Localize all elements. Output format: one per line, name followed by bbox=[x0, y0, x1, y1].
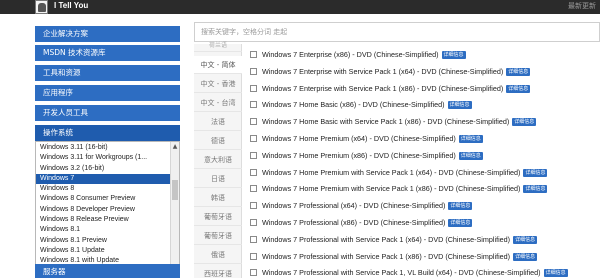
download-item: Windows 7 Professional with Service Pack… bbox=[250, 251, 600, 263]
language-tabs: 荷兰语 中文 - 简体 中文 - 香港 中文 - 台湾 法语 德语 意大利语 日… bbox=[194, 42, 242, 278]
download-checkbox[interactable] bbox=[250, 101, 257, 109]
os-list-item[interactable]: Windows 8 Release Preview bbox=[36, 215, 171, 225]
download-item: Windows 7 Enterprise with Service Pack 1… bbox=[250, 83, 600, 95]
lang-tab-spanish[interactable]: 西班牙语 bbox=[194, 265, 242, 278]
details-button[interactable]: 详细信息 bbox=[512, 118, 537, 127]
os-list-item[interactable]: Windows 8.1 Update bbox=[36, 246, 171, 256]
download-checkbox[interactable] bbox=[250, 235, 257, 243]
os-list-item[interactable]: Windows 8.1 bbox=[36, 225, 171, 235]
download-item: Windows 7 Home Premium with Service Pack… bbox=[250, 167, 600, 179]
sidebar-item-applications[interactable]: 应用程序 bbox=[35, 85, 180, 101]
download-title: Windows 7 Enterprise with Service Pack 1… bbox=[262, 83, 504, 93]
details-button[interactable]: 详细信息 bbox=[513, 235, 538, 244]
lang-tab-portuguese-2[interactable]: 葡萄牙语 bbox=[194, 227, 242, 245]
scroll-thumb[interactable] bbox=[172, 180, 178, 200]
details-button[interactable]: 详细信息 bbox=[523, 185, 548, 194]
download-checkbox[interactable] bbox=[250, 135, 257, 142]
os-list-item[interactable]: Windows 8 Consumer Preview bbox=[36, 194, 171, 204]
download-item: Windows 7 Enterprise (x86) - DVD (Chines… bbox=[250, 49, 600, 61]
download-checkbox[interactable] bbox=[250, 84, 257, 92]
scroll-up-arrow-icon[interactable]: ▲ bbox=[171, 142, 179, 151]
download-item: Windows 7 Home Basic with Service Pack 1… bbox=[250, 116, 600, 128]
lang-tab-japanese[interactable]: 日语 bbox=[194, 170, 242, 188]
os-list: Windows 3.11 (16-bit) Windows 3.11 for W… bbox=[36, 143, 171, 267]
details-button[interactable]: 详细信息 bbox=[447, 101, 472, 110]
download-checkbox[interactable] bbox=[250, 185, 257, 193]
os-list-item[interactable]: Windows 8.1 Preview bbox=[36, 236, 171, 246]
download-item: Windows 7 Home Premium (x64) - DVD (Chin… bbox=[250, 133, 600, 145]
brand-name[interactable]: I Tell You bbox=[54, 1, 88, 10]
download-item: Windows 7 Professional (x64) - DVD (Chin… bbox=[250, 200, 600, 212]
os-list-item[interactable]: Windows 3.11 for Workgroups (1... bbox=[36, 153, 171, 163]
download-item: Windows 7 Home Premium (x86) - DVD (Chin… bbox=[250, 150, 600, 162]
download-checkbox[interactable] bbox=[250, 67, 257, 75]
download-checkbox[interactable] bbox=[250, 151, 257, 159]
download-title: Windows 7 Home Premium (x64) - DVD (Chin… bbox=[262, 134, 456, 143]
lang-tab-italian[interactable]: 意大利语 bbox=[194, 151, 242, 169]
download-title: Windows 7 Home Basic with Service Pack 1… bbox=[262, 117, 510, 127]
download-title: Windows 7 Enterprise (x86) - DVD (Chines… bbox=[262, 50, 439, 59]
lang-tab-german[interactable]: 德语 bbox=[194, 132, 242, 150]
download-checkbox[interactable] bbox=[250, 219, 257, 226]
download-checkbox[interactable] bbox=[250, 202, 257, 210]
site-logo[interactable] bbox=[35, 0, 48, 14]
os-list-item[interactable]: Windows 8 Developer Preview bbox=[36, 205, 171, 215]
lang-tab-russian[interactable]: 俄语 bbox=[194, 246, 242, 264]
details-button[interactable]: 详细信息 bbox=[543, 269, 568, 278]
download-title: Windows 7 Home Premium with Service Pack… bbox=[262, 167, 521, 177]
os-list-item[interactable]: Windows 3.2 (16-bit) bbox=[36, 164, 171, 174]
details-button[interactable]: 详细信息 bbox=[448, 202, 473, 211]
details-button[interactable]: 详细信息 bbox=[458, 151, 483, 160]
sidebar-item-servers[interactable]: 服务器 bbox=[35, 264, 180, 278]
download-checkbox[interactable] bbox=[250, 269, 257, 277]
details-button[interactable]: 详细信息 bbox=[523, 168, 548, 177]
download-item: Windows 7 Professional with Service Pack… bbox=[250, 267, 600, 278]
download-item: Windows 7 Professional (x86) - DVD (Chin… bbox=[250, 217, 600, 229]
download-item: Windows 7 Professional with Service Pack… bbox=[250, 234, 600, 246]
sidebar-item-msdn-library[interactable]: MSDN 技术资源库 bbox=[35, 45, 180, 61]
download-checkbox[interactable] bbox=[250, 252, 257, 260]
top-bar: I Tell You 最新更新 bbox=[0, 0, 600, 14]
download-checkbox[interactable] bbox=[250, 118, 257, 126]
sidebar-item-os[interactable]: 操作系统 bbox=[35, 125, 180, 141]
details-button[interactable]: 详细信息 bbox=[506, 67, 531, 76]
download-title: Windows 7 Home Basic (x86) - DVD (Chines… bbox=[262, 100, 445, 110]
lang-tab-korean[interactable]: 韩语 bbox=[194, 189, 242, 207]
sidebar-item-tools[interactable]: 工具和资源 bbox=[35, 65, 180, 81]
os-listbox[interactable]: Windows 3.11 (16-bit) Windows 3.11 for W… bbox=[35, 141, 180, 278]
download-title: Windows 7 Professional with Service Pack… bbox=[262, 268, 541, 278]
download-checkbox[interactable] bbox=[250, 51, 257, 58]
download-item: Windows 7 Enterprise with Service Pack 1… bbox=[250, 66, 600, 78]
lang-tab-zh-cn[interactable]: 中文 - 简体 bbox=[194, 56, 242, 74]
details-button[interactable]: 详细信息 bbox=[448, 219, 473, 227]
os-list-item-selected[interactable]: Windows 7 bbox=[36, 173, 171, 185]
lang-tab-zh-tw[interactable]: 中文 - 台湾 bbox=[194, 94, 242, 112]
download-title: Windows 7 Professional (x86) - DVD (Chin… bbox=[262, 218, 446, 227]
logo-figure-icon bbox=[38, 3, 46, 12]
sidebar-item-developer-tools[interactable]: 开发人员工具 bbox=[35, 105, 180, 121]
download-item: Windows 7 Home Premium with Service Pack… bbox=[250, 183, 600, 195]
download-title: Windows 7 Home Premium (x86) - DVD (Chin… bbox=[262, 150, 456, 160]
download-title: Windows 7 Professional with Service Pack… bbox=[262, 234, 511, 244]
os-list-item[interactable]: Windows 3.11 (16-bit) bbox=[36, 143, 171, 153]
download-item: Windows 7 Home Basic (x86) - DVD (Chines… bbox=[250, 99, 600, 111]
latest-updates-link[interactable]: 最新更新 bbox=[568, 1, 596, 11]
details-button[interactable]: 详细信息 bbox=[513, 252, 538, 261]
lang-tab-portuguese[interactable]: 葡萄牙语 bbox=[194, 208, 242, 226]
os-list-scrollbar[interactable]: ▲ ▼ bbox=[170, 142, 179, 278]
download-title: Windows 7 Professional (x64) - DVD (Chin… bbox=[262, 201, 446, 211]
lang-tab-zh-hk[interactable]: 中文 - 香港 bbox=[194, 75, 242, 93]
lang-tab-french[interactable]: 法语 bbox=[194, 113, 242, 131]
search-input[interactable]: 搜索关键字，空格分词 走起 bbox=[194, 22, 600, 42]
details-button[interactable]: 详细信息 bbox=[441, 51, 466, 59]
download-title: Windows 7 Enterprise with Service Pack 1… bbox=[262, 66, 504, 76]
download-title: Windows 7 Professional with Service Pack… bbox=[262, 251, 511, 261]
details-button[interactable]: 详细信息 bbox=[458, 135, 483, 143]
details-button[interactable]: 详细信息 bbox=[506, 84, 531, 93]
os-list-item[interactable]: Windows 8 bbox=[36, 184, 171, 194]
lang-tab-partial[interactable]: 荷兰语 bbox=[194, 40, 242, 52]
download-checkbox[interactable] bbox=[250, 168, 257, 176]
download-title: Windows 7 Home Premium with Service Pack… bbox=[262, 184, 521, 194]
sidebar-item-enterprise[interactable]: 企业解决方案 bbox=[35, 26, 180, 42]
